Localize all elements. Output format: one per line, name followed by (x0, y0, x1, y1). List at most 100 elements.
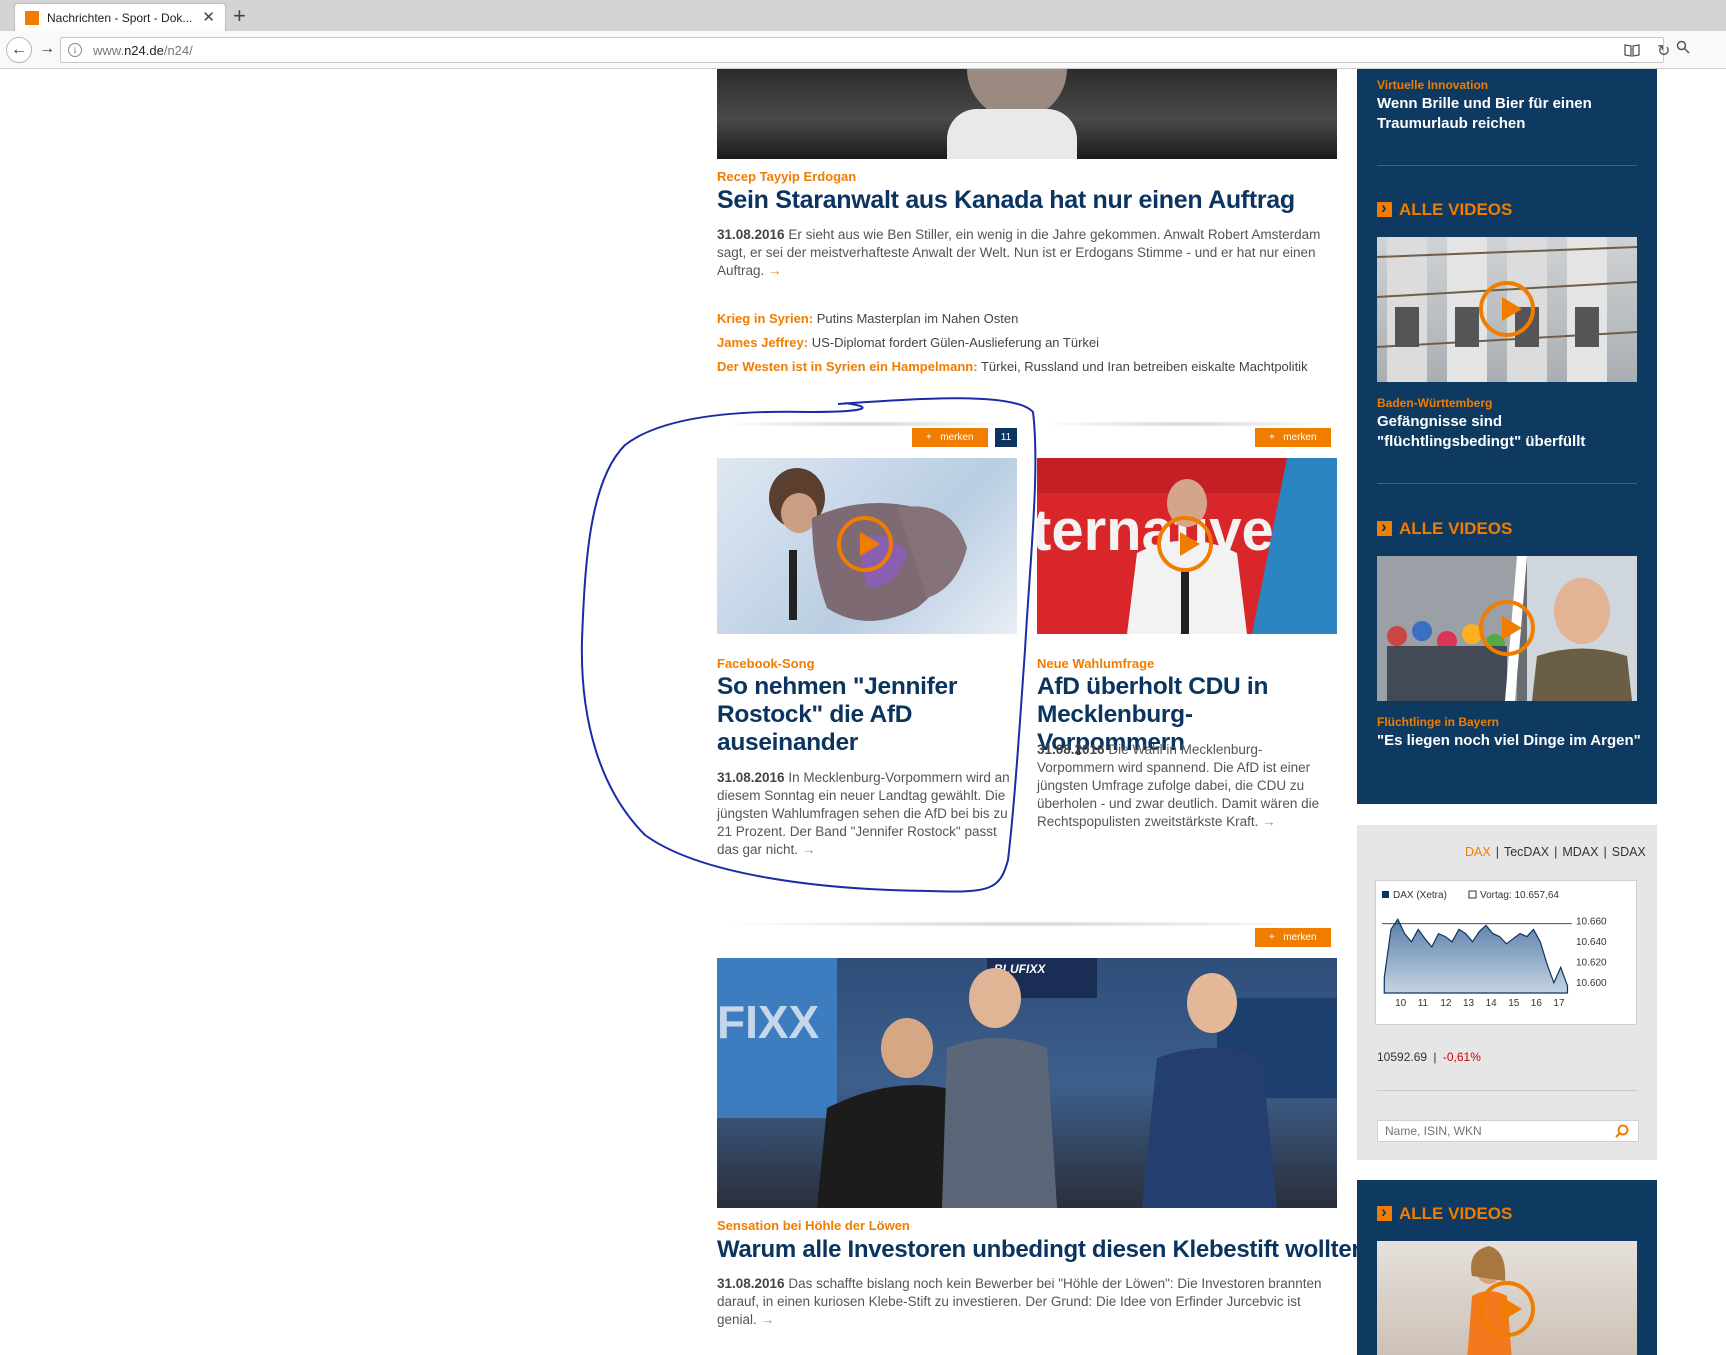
x-tick-label: 11 (1418, 998, 1429, 1009)
info-icon[interactable]: i (68, 43, 82, 57)
left-card-date: 31.08.2016 (717, 770, 785, 785)
chevron-right-icon (1377, 517, 1392, 537)
all-videos-link[interactable]: ALLE VIDEOS (1377, 1202, 1512, 1224)
arrow-right-icon[interactable]: → (768, 263, 782, 278)
search-icon[interactable] (1676, 40, 1726, 64)
legend-swatch-prev (1468, 890, 1477, 899)
image-detail: FIXX BLUFIXX (717, 958, 1337, 1208)
chevron-right-icon (1377, 1202, 1392, 1222)
x-tick-label: 15 (1508, 998, 1520, 1009)
sidebar-video-panel: Virtuelle Innovation Wenn Brille und Bie… (1357, 69, 1657, 804)
merken-button[interactable]: + merken (1255, 428, 1331, 447)
dax-chart: DAX (Xetra) Vortag: 10.657,64 10.660 10.6… (1375, 880, 1637, 1025)
story3-image[interactable]: FIXX BLUFIXX (717, 958, 1337, 1208)
story3-kicker[interactable]: Sensation bei Höhle der Löwen (717, 1218, 910, 1233)
forward-arrow-icon[interactable]: → (34, 37, 60, 63)
y-tick-label: 10.620 (1576, 957, 1607, 968)
dax-value: 10592.69 (1377, 1050, 1428, 1064)
story3-teaser: 31.08.2016 Das schaffte bislang noch kei… (717, 1275, 1327, 1329)
arrow-right-icon[interactable]: → (1262, 814, 1276, 829)
video1-thumbnail[interactable] (1377, 237, 1637, 382)
video3-thumbnail[interactable] (1377, 1241, 1637, 1355)
y-tick-label: 10.640 (1576, 937, 1607, 948)
lead-teaser: 31.08.2016 Er sieht aus wie Ben Stiller,… (717, 226, 1339, 280)
arrow-right-icon[interactable]: → (761, 1312, 775, 1327)
tab-dax[interactable]: DAX (1465, 845, 1491, 859)
close-icon[interactable]: ✕ (202, 8, 215, 26)
tab-sdax[interactable]: SDAX (1612, 845, 1646, 859)
dax-change: -0,61% (1442, 1050, 1481, 1064)
story3-headline[interactable]: Warum alle Investoren unbedingt diesen K… (717, 1236, 1366, 1264)
address-bar[interactable]: i www.n24.de/n24/ ↻ (60, 37, 1670, 63)
play-icon[interactable] (1157, 516, 1213, 572)
video2-kicker[interactable]: Flüchtlinge in Bayern (1377, 715, 1499, 729)
play-icon[interactable] (1479, 1281, 1535, 1337)
browser-window: Nachrichten - Sport - Dok... ✕ + ← → i w… (0, 0, 1726, 1355)
legend-swatch-series (1382, 891, 1389, 898)
sidebar-top-title[interactable]: Wenn Brille und Bier für einen Traumurla… (1377, 94, 1642, 134)
all-videos-link[interactable]: ALLE VIDEOS (1377, 198, 1512, 220)
story3-date: 31.08.2016 (717, 1276, 785, 1291)
reload-icon[interactable]: ↻ (1657, 41, 1670, 61)
card-shadow (717, 921, 1337, 927)
video1-kicker[interactable]: Baden-Württemberg (1377, 396, 1492, 410)
stock-search-input[interactable] (1377, 1120, 1639, 1142)
video2-thumbnail[interactable] (1377, 556, 1637, 701)
x-tick-label: 16 (1531, 998, 1543, 1009)
x-tick-label: 17 (1553, 998, 1565, 1009)
lead-date: 31.08.2016 (717, 227, 785, 242)
search-icon[interactable] (1615, 1124, 1629, 1138)
tab-title: Nachrichten - Sport - Dok... (47, 11, 193, 25)
divider (1377, 483, 1637, 484)
tab-bar: Nachrichten - Sport - Dok... ✕ + (0, 0, 1726, 31)
related-link[interactable]: James Jeffrey: US-Diplomat fordert Gülen… (717, 335, 1099, 350)
y-tick-label: 10.660 (1576, 916, 1607, 927)
tab-tecdax[interactable]: TecDAX (1504, 845, 1549, 859)
play-icon[interactable] (837, 516, 893, 572)
tab-mdax[interactable]: MDAX (1562, 845, 1598, 859)
back-arrow-icon[interactable]: ← (6, 37, 32, 63)
dax-value-line: 10592.69 | -0,61% (1377, 1050, 1481, 1064)
lead-headline[interactable]: Sein Staranwalt aus Kanada hat nur einen… (717, 186, 1295, 215)
image-detail (947, 109, 1077, 159)
favicon-icon (25, 11, 39, 25)
browser-tab[interactable]: Nachrichten - Sport - Dok... ✕ (14, 3, 226, 31)
comment-count-badge[interactable]: 11 (995, 428, 1017, 447)
left-card-headline[interactable]: So nehmen "Jennifer Rostock" die AfD aus… (717, 673, 1007, 757)
navigation-bar: ← → i www.n24.de/n24/ ↻ (0, 31, 1726, 69)
lead-story-image[interactable] (717, 69, 1337, 159)
url-text[interactable]: www.n24.de/n24/ (93, 43, 193, 58)
x-tick-label: 12 (1440, 998, 1452, 1009)
dax-series-area (1383, 917, 1569, 994)
right-card-video-thumbnail[interactable]: ternative (1037, 458, 1337, 634)
new-tab-plus-icon[interactable]: + (233, 3, 246, 29)
play-icon[interactable] (1479, 600, 1535, 656)
related-link[interactable]: Der Westen ist in Syrien ein Hampelmann:… (717, 359, 1308, 374)
merken-button[interactable]: + merken (1255, 928, 1331, 947)
sidebar-video-panel-bottom: ALLE VIDEOS (1357, 1180, 1657, 1355)
left-card-kicker[interactable]: Facebook-Song (717, 656, 815, 671)
y-tick-label: 10.600 (1576, 978, 1607, 989)
all-videos-link[interactable]: ALLE VIDEOS (1377, 517, 1512, 539)
reader-view-icon[interactable] (1624, 43, 1640, 60)
lead-kicker[interactable]: Recep Tayyip Erdogan (717, 169, 856, 184)
video1-title[interactable]: Gefängnisse sind "flüchtlingsbedingt" üb… (1377, 412, 1642, 452)
video2-title[interactable]: "Es liegen noch viel Dinge im Argen" (1377, 731, 1642, 751)
dax-widget: DAX | TecDAX | MDAX | SDAX DAX (Xetra) Vortag:… (1357, 825, 1657, 1160)
dax-chart-svg: DAX (Xetra) Vortag: 10.657,64 10.660 10.6… (1382, 890, 1607, 1009)
right-card-kicker[interactable]: Neue Wahlumfrage (1037, 656, 1154, 671)
left-card-teaser: 31.08.2016 In Mecklenburg-Vorpommern wir… (717, 769, 1019, 859)
legend-series: DAX (Xetra) (1393, 890, 1447, 901)
story3-text: Das schaffte bislang noch kein Bewerber … (717, 1276, 1322, 1327)
arrow-right-icon[interactable]: → (802, 842, 816, 857)
svg-text:FIXX: FIXX (717, 996, 820, 1048)
x-tick-label: 14 (1486, 998, 1498, 1009)
left-card-video-thumbnail[interactable] (717, 458, 1017, 634)
related-link[interactable]: Krieg in Syrien: Putins Masterplan im Na… (717, 311, 1018, 326)
play-icon[interactable] (1479, 281, 1535, 337)
divider (1377, 1090, 1637, 1091)
sidebar-top-kicker[interactable]: Virtuelle Innovation (1377, 78, 1488, 92)
legend-prev-close: Vortag: 10.657,64 (1480, 890, 1559, 901)
merken-button[interactable]: + merken (912, 428, 988, 447)
lead-text: Er sieht aus wie Ben Stiller, ein wenig … (717, 227, 1321, 278)
